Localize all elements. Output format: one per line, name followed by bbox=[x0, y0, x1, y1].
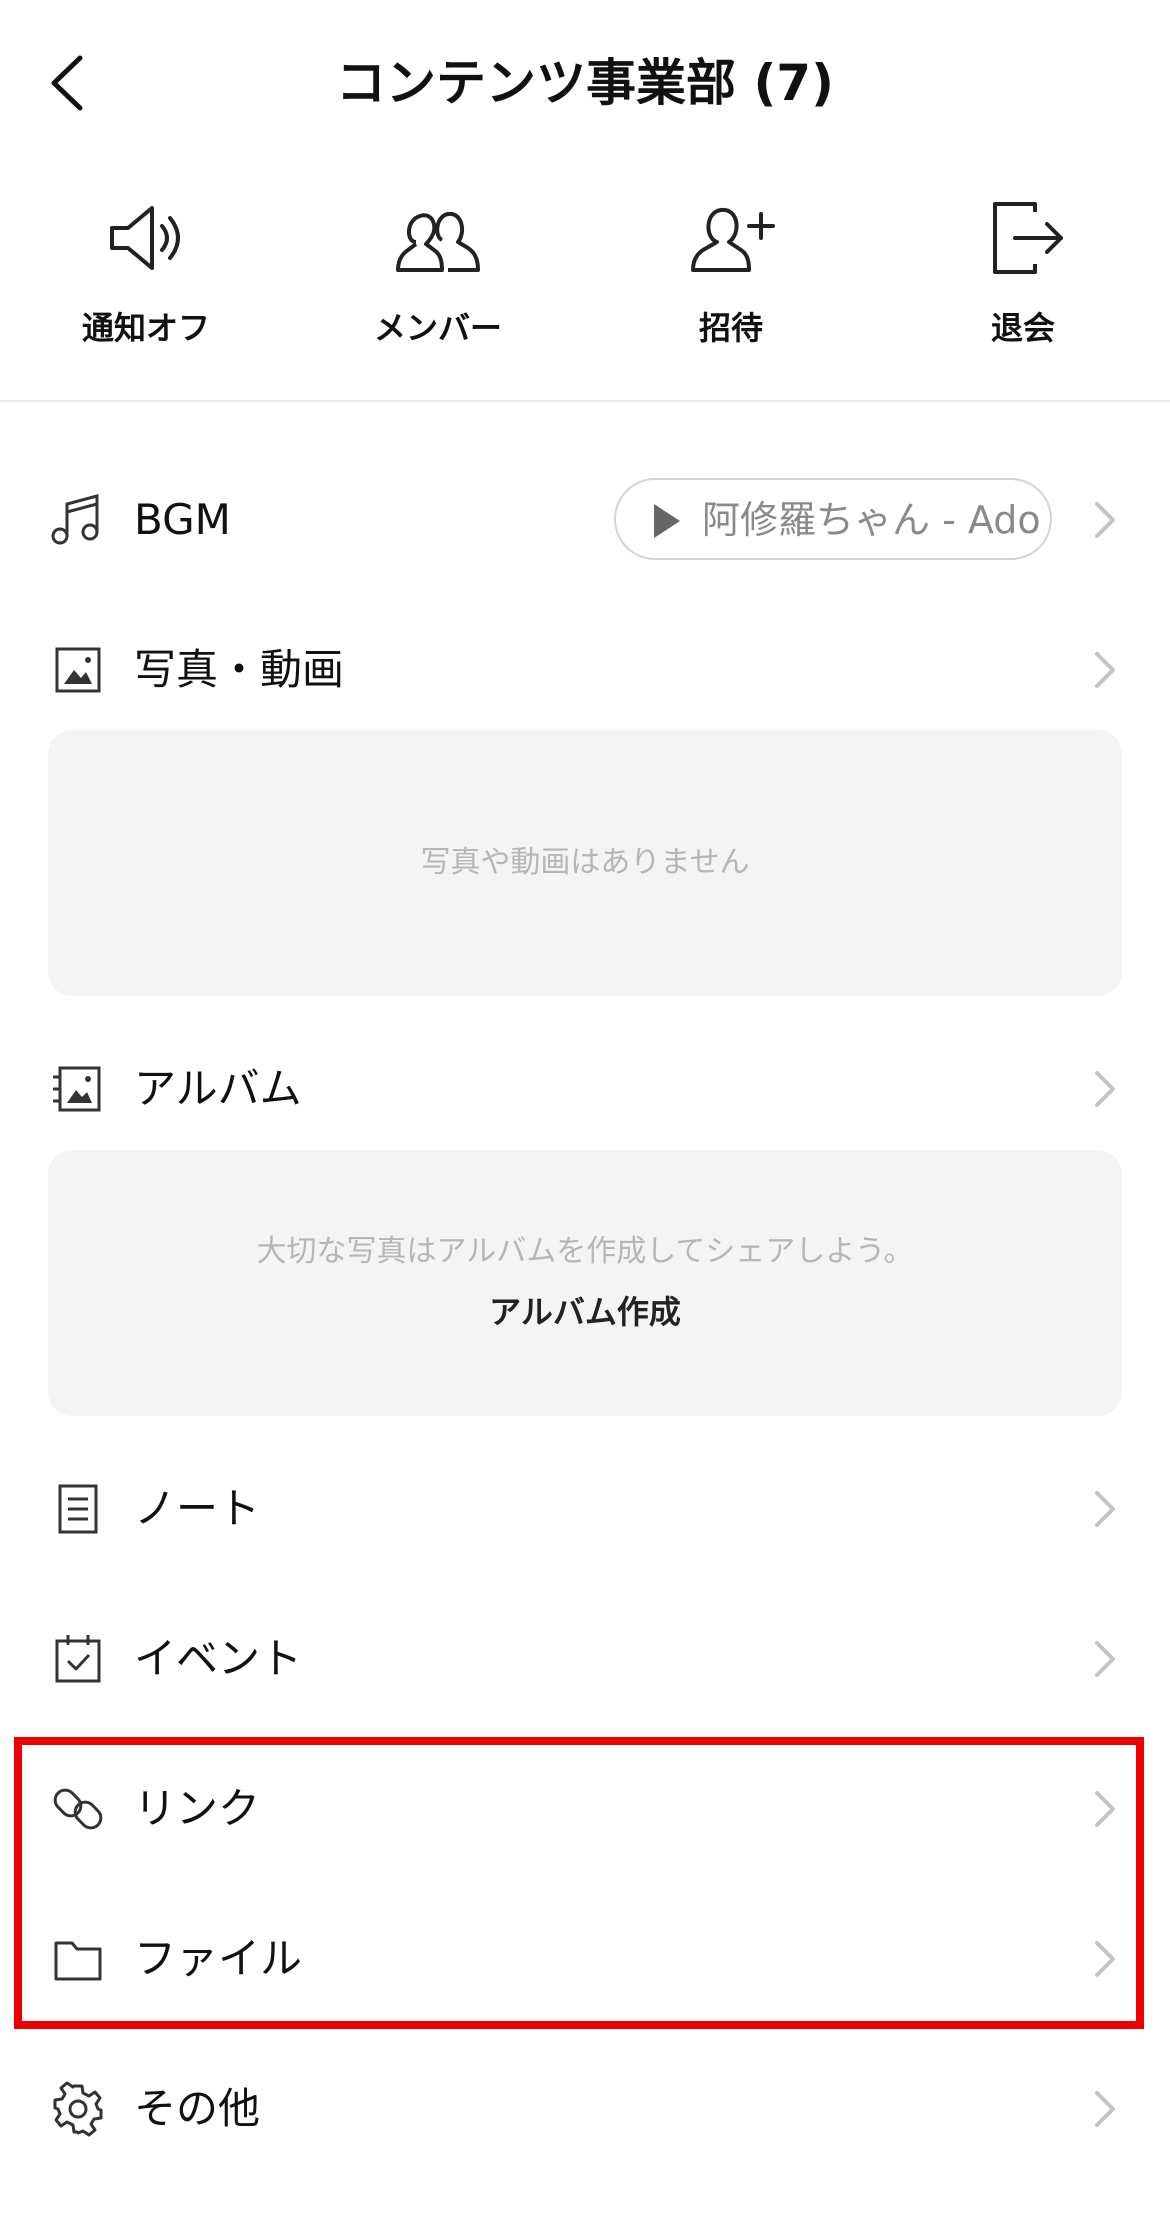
play-icon bbox=[654, 504, 680, 538]
gear-icon bbox=[53, 2081, 103, 2137]
members-button[interactable]: メンバー bbox=[292, 190, 584, 380]
album-row[interactable]: アルバム bbox=[0, 1014, 1170, 1164]
chevron-right-icon bbox=[1095, 652, 1115, 688]
bgm-label: BGM bbox=[134, 495, 231, 544]
members-icon bbox=[396, 211, 480, 272]
chevron-right-icon bbox=[1095, 2091, 1115, 2127]
header: コンテンツ事業部 (7) bbox=[0, 0, 1170, 170]
note-icon bbox=[58, 1484, 98, 1534]
photo-icon bbox=[55, 647, 101, 693]
bgm-play-button[interactable]: 阿修羅ちゃん - Ado bbox=[614, 478, 1052, 560]
event-label: イベント bbox=[134, 1634, 303, 1683]
leave-button[interactable]: 退会 bbox=[877, 190, 1169, 380]
other-row[interactable]: その他 bbox=[0, 2034, 1170, 2184]
photos-empty-text: 写真や動画はありません bbox=[420, 845, 750, 880]
music-note-icon bbox=[51, 494, 99, 545]
note-row[interactable]: ノート bbox=[0, 1434, 1170, 1584]
bgm-track-name: 阿修羅ちゃん - Ado bbox=[702, 498, 1041, 542]
chevron-right-icon bbox=[1095, 1641, 1115, 1677]
highlight-box bbox=[14, 1737, 1144, 2029]
invite-label: 招待 bbox=[698, 309, 763, 347]
mute-notifications-label: 通知オフ bbox=[81, 309, 210, 347]
bgm-row[interactable]: BGM 阿修羅ちゃん - Ado bbox=[0, 445, 1170, 595]
action-bar: 通知オフ メンバー 招待 退会 bbox=[0, 170, 1170, 402]
leave-label: 退会 bbox=[990, 309, 1055, 347]
album-icon bbox=[53, 1066, 101, 1112]
invite-button[interactable]: 招待 bbox=[585, 190, 877, 380]
leave-icon bbox=[993, 202, 1063, 274]
event-row[interactable]: イベント bbox=[0, 1584, 1170, 1734]
chevron-right-icon bbox=[1095, 1491, 1115, 1527]
photos-empty-box: 写真や動画はありません bbox=[48, 730, 1122, 996]
photos-videos-row[interactable]: 写真・動画 bbox=[0, 595, 1170, 745]
chevron-right-icon bbox=[1095, 1071, 1115, 1107]
page-title: コンテンツ事業部 (7) bbox=[336, 54, 834, 112]
album-empty-box: 大切な写真はアルバムを作成してシェアしよう。 アルバム作成 bbox=[48, 1150, 1122, 1416]
chevron-right-icon bbox=[1095, 502, 1115, 538]
photos-videos-label: 写真・動画 bbox=[134, 645, 345, 694]
other-label: その他 bbox=[134, 2084, 261, 2133]
album-label: アルバム bbox=[134, 1064, 302, 1113]
calendar-icon bbox=[55, 1635, 101, 1683]
speaker-icon bbox=[110, 206, 180, 270]
note-label: ノート bbox=[134, 1484, 261, 1533]
album-empty-text: 大切な写真はアルバムを作成してシェアしよう。 bbox=[256, 1234, 914, 1269]
add-person-icon bbox=[691, 208, 775, 272]
mute-notifications-button[interactable]: 通知オフ bbox=[0, 190, 292, 380]
create-album-button[interactable]: アルバム作成 bbox=[48, 1290, 1122, 1334]
members-label: メンバー bbox=[373, 309, 502, 347]
